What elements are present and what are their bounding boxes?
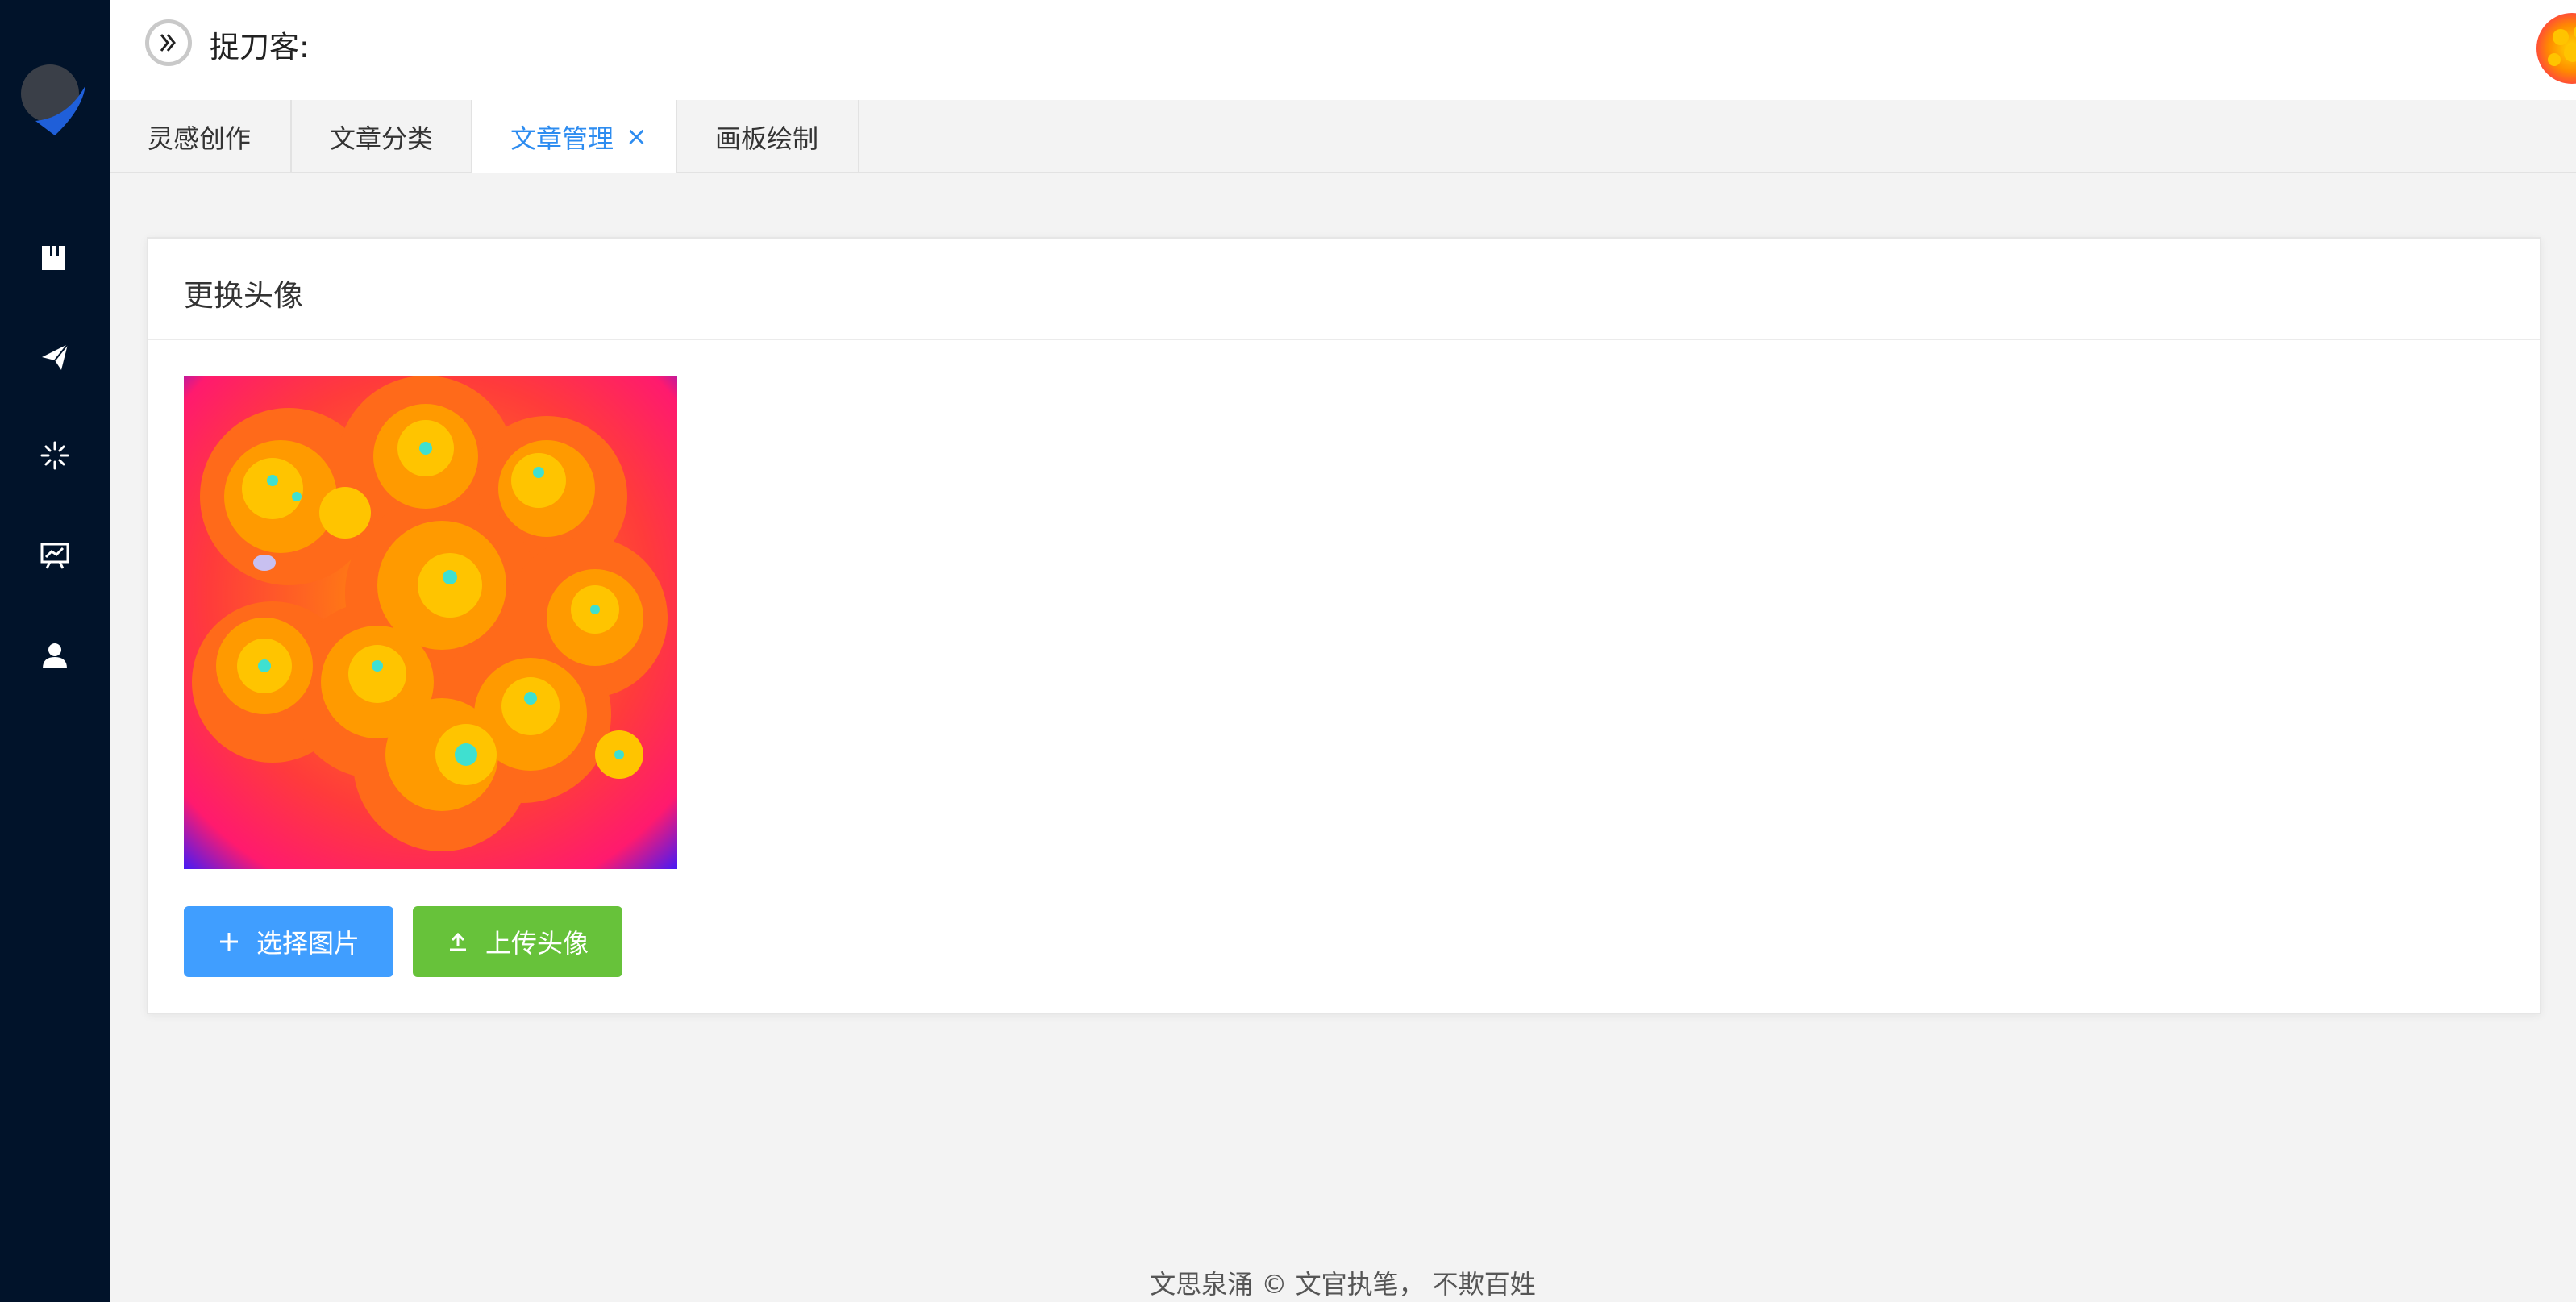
close-icon[interactable]: × [626, 121, 647, 152]
card-title: 更换头像 [184, 278, 303, 313]
avatar-card: 更换头像 选择图片 上传头像 [147, 237, 2541, 1014]
sidebar-item-chart[interactable] [0, 511, 110, 600]
tab-label: 文章管理 [510, 123, 614, 154]
tab-inspiration[interactable]: 灵感创作 [110, 100, 292, 173]
tab-label: 文章分类 [330, 123, 434, 154]
sidebar-item-articles[interactable] [0, 213, 110, 302]
presentation-chart-icon [40, 543, 69, 569]
collapse-toggle-button[interactable] [145, 19, 192, 66]
tab-article-management[interactable]: 文章管理 × [472, 100, 677, 173]
loading-icon [40, 441, 69, 470]
tab-bar: 灵感创作 文章分类 文章管理 × 画板绘制 [110, 100, 2576, 173]
tab-canvas[interactable]: 画板绘制 [677, 100, 859, 173]
upload-avatar-button[interactable]: 上传头像 [413, 906, 622, 977]
book-icon [42, 246, 65, 270]
sidebar-item-profile[interactable] [0, 611, 110, 700]
select-image-label: 选择图片 [256, 928, 360, 959]
user-label: 捉刀客: [210, 30, 310, 64]
tab-label: 灵感创作 [148, 123, 252, 154]
avatar-preview-image [184, 376, 677, 869]
upload-icon [447, 930, 469, 953]
footer-text: 文思泉涌 © 文官执笔， 不欺百姓 [1150, 1269, 1536, 1300]
tab-label: 画板绘制 [715, 123, 819, 154]
avatar[interactable] [2536, 13, 2576, 84]
tab-categories[interactable]: 文章分类 [292, 100, 472, 173]
send-icon [42, 343, 69, 370]
select-image-button[interactable]: 选择图片 [184, 906, 393, 977]
sidebar [0, 0, 110, 1302]
header: 捉刀客: [110, 0, 2576, 100]
logo-icon [19, 61, 89, 139]
plus-icon [218, 930, 240, 953]
card-header: 更换头像 [148, 239, 2540, 340]
sidebar-item-loading[interactable] [0, 411, 110, 500]
user-icon [43, 643, 67, 668]
double-chevron-right-icon [160, 34, 176, 52]
upload-avatar-label: 上传头像 [485, 928, 589, 959]
sidebar-item-publish[interactable] [0, 313, 110, 401]
